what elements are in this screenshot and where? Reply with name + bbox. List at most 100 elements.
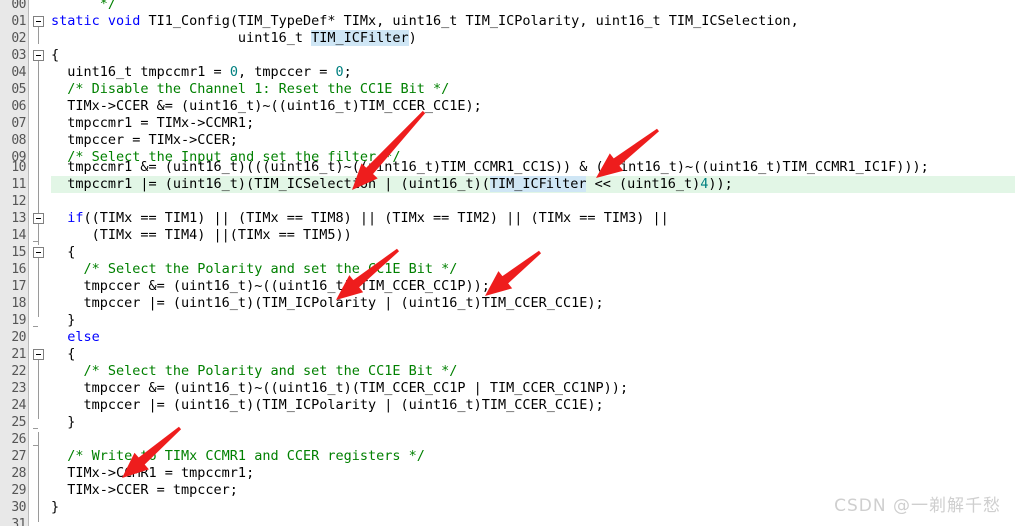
fold-end-tick [33,326,38,327]
line-number: 06 [11,99,26,114]
line-number: 22 [11,364,26,379]
fold-toggle-icon[interactable] [33,213,44,224]
line-number: 18 [11,296,26,311]
code-token-plain: } [51,312,76,328]
code-token-plain: ) [408,30,417,46]
code-line-text: if((TIMx == TIM1) || (TIMx == TIM8) || (… [0,210,669,227]
code-token-plain: , tmpccer = [237,64,336,80]
fold-end-tick [33,428,38,429]
code-token-kw: static void [51,13,149,29]
code-line[interactable]: uint16_t tmpccmr1 = 0, tmpccer = 0; [0,64,1015,81]
code-token-plain: { [51,346,76,362]
line-number: 29 [11,483,26,498]
code-token-kw: if [51,210,84,226]
line-number: 23 [11,381,26,396]
code-line[interactable]: tmpccer &= (uint16_t)~((uint16_t)(TIM_CC… [0,380,1015,397]
code-line[interactable]: { [0,346,1015,363]
code-token-cmt: /* Select the Polarity and set the CC1E … [51,363,458,379]
fold-toggle-icon[interactable] [33,50,44,61]
line-number: 01 [11,14,26,29]
code-line-text: TIMx->CCER &= (uint16_t)~((uint16_t)TIM_… [0,98,482,115]
code-line-text: static void TI1_Config(TIM_TypeDef* TIMx… [0,13,799,30]
code-token-plain: TIMx->CCER = tmpccer; [51,482,238,498]
code-token-cmt: /* Write to TIMx CCMR1 and CCER register… [51,448,425,464]
code-line[interactable] [0,193,1015,210]
code-line[interactable]: TIMx->CCMR1 = tmpccmr1; [0,465,1015,482]
code-line[interactable]: tmpccer &= (uint16_t)~((uint16_t)(TIM_CC… [0,278,1015,295]
code-editor-screenshot: */static void TI1_Config(TIM_TypeDef* TI… [0,0,1015,526]
code-token-plain: TI1_Config(TIM_TypeDef* TIMx, uint16_t T… [148,13,799,29]
code-line[interactable] [0,516,1015,526]
code-line[interactable]: /* Select the Polarity and set the CC1E … [0,261,1015,278]
line-number: 21 [11,347,26,362]
code-line[interactable]: /* Write to TIMx CCMR1 and CCER register… [0,448,1015,465]
code-line[interactable]: if((TIMx == TIM1) || (TIMx == TIM8) || (… [0,210,1015,227]
code-token-plain: uint16_t tmpccmr1 = [51,64,230,80]
code-folding-margin [29,0,51,526]
code-line[interactable]: tmpccer |= (uint16_t)(TIM_ICPolarity | (… [0,295,1015,312]
code-token-plain: tmpccmr1 &= (uint16_t)(((uint16_t)~((uin… [51,159,929,175]
code-line-text: uint16_t TIM_ICFilter) [0,30,417,47]
code-line[interactable]: /* Disable the Channel 1: Reset the CC1E… [0,81,1015,98]
code-line[interactable]: tmpccmr1 |= (uint16_t)(TIM_ICSelection |… [0,176,1015,193]
code-line[interactable]: uint16_t TIM_ICFilter) [0,30,1015,47]
code-line[interactable]: static void TI1_Config(TIM_TypeDef* TIMx… [0,13,1015,30]
code-token-cmt: /* Select the Polarity and set the CC1E … [51,261,458,277]
code-token-sel: TIM_ICFilter [311,30,409,46]
line-number: 10 [11,160,26,175]
code-line[interactable]: { [0,47,1015,64]
code-token-plain: )); [708,176,733,192]
code-token-plain: tmpccer &= (uint16_t)~((uint16_t)(TIM_CC… [51,380,629,396]
line-number: 26 [11,432,26,447]
code-token-plain: tmpccer &= (uint16_t)~((uint16_t)(TIM_CC… [51,278,490,294]
line-number: 15 [11,245,26,260]
code-line[interactable]: (TIMx == TIM4) ||(TIMx == TIM5)) [0,227,1015,244]
code-line-text: tmpccer |= (uint16_t)(TIM_ICPolarity | (… [0,397,604,414]
code-line-text: tmpccer &= (uint16_t)~((uint16_t)(TIM_CC… [0,380,629,397]
code-line[interactable] [0,431,1015,448]
line-number: 02 [11,31,26,46]
code-token-num: 0 [229,64,238,80]
line-number: 14 [11,228,26,243]
code-token-plain: ((TIMx == TIM1) || (TIMx == TIM8) || (TI… [83,210,669,226]
code-token-plain: TIMx->CCER &= (uint16_t)~((uint16_t)TIM_… [51,98,482,114]
line-number: 11 [11,177,26,192]
code-token-plain: uint16_t [51,30,312,46]
csdn-watermark: CSDN @一剃解千愁 [834,496,1001,516]
code-token-plain: } [51,414,76,430]
line-number: 19 [11,313,26,328]
line-number: 12 [11,194,26,209]
code-line-text: /* Disable the Channel 1: Reset the CC1E… [0,81,449,98]
fold-toggle-icon[interactable] [33,247,44,258]
code-line-text: tmpccmr1 &= (uint16_t)(((uint16_t)~((uin… [0,159,929,176]
code-line[interactable]: /* Select the Polarity and set the CC1E … [0,363,1015,380]
code-line[interactable]: { [0,244,1015,261]
code-token-plain: tmpccer |= (uint16_t)(TIM_ICPolarity | (… [51,397,604,413]
line-number: 27 [11,449,26,464]
code-line-text: /* Write to TIMx CCMR1 and CCER register… [0,448,425,465]
code-line[interactable]: } [0,312,1015,329]
code-line-text: tmpccer &= (uint16_t)~((uint16_t)(TIM_CC… [0,278,490,295]
code-line[interactable]: tmpccer = TIMx->CCER; [0,132,1015,149]
code-line-text: (TIMx == TIM4) ||(TIMx == TIM5)) [0,227,352,244]
line-number: 16 [11,262,26,277]
code-token-num: 0 [335,64,344,80]
fold-guide-line [38,432,39,522]
code-line[interactable]: else [0,329,1015,346]
code-line[interactable]: } [0,414,1015,431]
code-line[interactable]: TIMx->CCER &= (uint16_t)~((uint16_t)TIM_… [0,98,1015,115]
fold-toggle-icon[interactable] [33,16,44,27]
code-line[interactable]: tmpccmr1 = TIMx->CCMR1; [0,115,1015,132]
code-line[interactable]: tmpccmr1 &= (uint16_t)(((uint16_t)~((uin… [0,159,1015,176]
fold-guide-line [38,50,39,227]
code-token-plain: ; [343,64,352,80]
code-line[interactable]: */ [0,0,1015,13]
code-token-plain: TIMx->CCMR1 = tmpccmr1; [51,465,255,481]
line-number: 30 [11,500,26,515]
line-number: 20 [11,330,26,345]
code-token-cmt: */ [99,0,117,12]
code-line[interactable]: tmpccer |= (uint16_t)(TIM_ICPolarity | (… [0,397,1015,414]
fold-toggle-icon[interactable] [33,349,44,360]
code-content-area[interactable]: */static void TI1_Config(TIM_TypeDef* TI… [0,0,1015,526]
